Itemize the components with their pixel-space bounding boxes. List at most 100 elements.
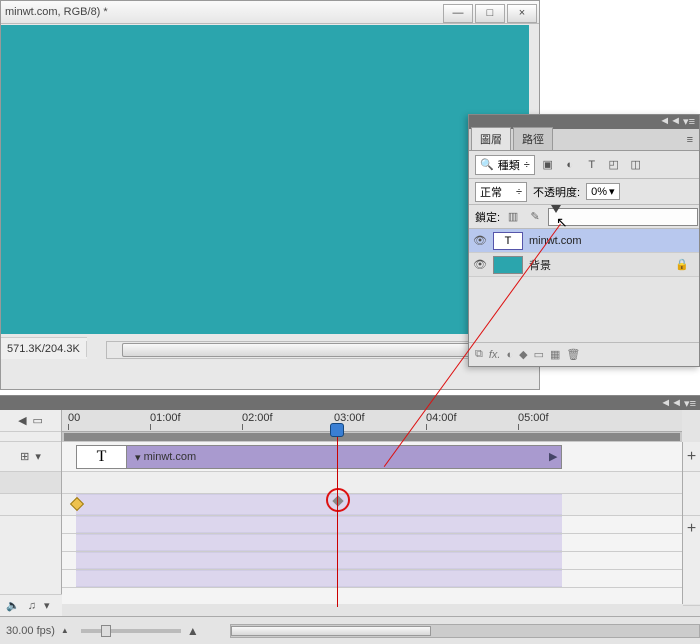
zoom-slider[interactable] xyxy=(81,629,181,633)
video-track[interactable]: T ▾ minwt.com ▶ xyxy=(62,442,682,472)
opacity-slider[interactable] xyxy=(548,208,698,226)
zoom-in-icon[interactable]: ▲ xyxy=(187,624,199,638)
kind-select[interactable]: 🔍 種類 ÷ xyxy=(475,155,535,175)
panel-tabs: 圖層 路徑 ≡ xyxy=(469,129,699,151)
forward-icon[interactable]: ▭ xyxy=(33,414,43,427)
clip-disclosure-icon[interactable]: ▾ xyxy=(135,451,141,464)
dropdown-icon: ÷ xyxy=(524,159,530,171)
new-layer-icon[interactable]: ▦ xyxy=(550,348,560,361)
speaker-icon[interactable]: 🔈 xyxy=(6,599,20,612)
opacity-input[interactable]: 0% ▾ xyxy=(586,183,619,200)
trash-icon[interactable]: 🗑 xyxy=(566,348,580,361)
maximize-button[interactable]: □ xyxy=(475,4,505,23)
lock-pixels-icon[interactable]: ▥ xyxy=(504,209,522,225)
layer-list: 👁 T minwt.com 👁 背景 🔒 xyxy=(469,229,699,277)
track-bg xyxy=(76,516,562,533)
film-icon: ⊞ xyxy=(20,450,29,463)
time-ruler[interactable]: 00 01:00f 02:00f 03:00f 04:00f 05:00f xyxy=(62,410,682,432)
tick: 04:00f xyxy=(426,412,457,424)
back-icon[interactable]: ◀ xyxy=(18,414,26,427)
panel-menu-button[interactable]: ≡ xyxy=(681,130,699,150)
visibility-icon[interactable]: 👁 xyxy=(473,258,487,271)
filter-image-icon[interactable]: ▣ xyxy=(539,156,557,174)
add-track-spacer xyxy=(683,472,700,516)
timeline-tracks: T ▾ minwt.com ▶ xyxy=(62,442,682,604)
track-purple-bg xyxy=(76,494,562,515)
filter-text-icon[interactable]: T xyxy=(583,156,601,174)
track-film-control[interactable]: ⊞▾ xyxy=(0,442,61,472)
link-icon[interactable]: ⧉ xyxy=(475,348,483,361)
add-track-button[interactable]: + xyxy=(683,516,700,606)
add-track-button[interactable]: + xyxy=(683,442,700,472)
layer-row-bg[interactable]: 👁 背景 🔒 xyxy=(469,253,699,277)
filter-shape-icon[interactable]: ◰ xyxy=(605,156,623,174)
fill-icon[interactable]: ◆ xyxy=(519,348,527,361)
document-title: minwt.com, RGB/8) * xyxy=(1,6,108,18)
keyframe-track[interactable] xyxy=(62,494,682,516)
visibility-icon[interactable]: 👁 xyxy=(473,234,487,247)
zoom-thumb[interactable] xyxy=(101,625,111,637)
lock-brush-icon[interactable]: ✎ xyxy=(526,209,544,225)
layer-thumb-bg xyxy=(493,256,523,274)
canvas[interactable] xyxy=(1,25,529,334)
layer-row-text[interactable]: 👁 T minwt.com xyxy=(469,229,699,253)
close-button[interactable]: × xyxy=(507,4,537,23)
clip-body[interactable]: ▾ minwt.com ▶ xyxy=(127,446,561,468)
collapse-icon[interactable]: ◄◄ xyxy=(659,115,681,129)
playhead[interactable] xyxy=(330,423,344,437)
layer-name[interactable]: 背景 xyxy=(529,257,551,273)
track-bg xyxy=(76,552,562,569)
property-track[interactable] xyxy=(62,516,682,534)
layers-panel: ◄◄▾≡ 圖層 路徑 ≡ 🔍 種類 ÷ ▣ ◐ T ◰ ◫ 正常 ÷ 不透明度:… xyxy=(468,114,700,367)
tick: 00 xyxy=(68,412,80,424)
timeline-footer: 30.00 fps) ▲ ▲ xyxy=(0,616,700,644)
tab-layers[interactable]: 圖層 xyxy=(471,127,511,150)
opacity-label: 不透明度: xyxy=(533,184,580,200)
timeline-hscroll[interactable] xyxy=(230,624,700,638)
document-titlebar[interactable]: minwt.com, RGB/8) * — □ × xyxy=(1,1,539,24)
blend-mode-select[interactable]: 正常 ÷ xyxy=(475,182,527,202)
layer-name[interactable]: minwt.com xyxy=(529,235,582,247)
property-track[interactable] xyxy=(62,570,682,588)
tab-paths[interactable]: 路徑 xyxy=(513,127,553,150)
work-area[interactable] xyxy=(62,432,682,442)
timeline-header[interactable]: ◄◄▾≡ xyxy=(0,396,700,410)
search-icon: 🔍 xyxy=(480,158,494,171)
property-track[interactable] xyxy=(62,552,682,570)
lock-icon: 🔒 xyxy=(675,258,695,271)
work-area-bar[interactable] xyxy=(64,433,680,441)
folder-icon[interactable]: ▭ xyxy=(534,348,544,361)
collapse-icon[interactable]: ◄◄ xyxy=(660,397,682,409)
clip-label: minwt.com xyxy=(144,451,197,463)
mask-icon[interactable]: ◐ xyxy=(506,349,513,361)
tick: 02:00f xyxy=(242,412,273,424)
minimize-button[interactable]: — xyxy=(443,4,473,23)
hscroll-thumb[interactable] xyxy=(231,626,431,636)
panel-menu-icon[interactable]: ▾≡ xyxy=(683,115,695,129)
hscroll-thumb[interactable] xyxy=(122,343,502,357)
property-track[interactable] xyxy=(62,534,682,552)
tick: 01:00f xyxy=(150,412,181,424)
music-icon[interactable]: ♫ xyxy=(28,600,36,612)
lock-label: 鎖定: xyxy=(475,209,500,225)
panel-menu-icon[interactable]: ▾≡ xyxy=(684,397,696,409)
chevron-down-icon: ▾ xyxy=(609,185,615,198)
document-window: minwt.com, RGB/8) * — □ × 571.3K/204.3K xyxy=(0,0,540,390)
timeline-panel: ◄◄▾≡ ◀ ▭ ⊞▾ 00 01:00f 02:00f 03:00f 04:0… xyxy=(0,395,700,644)
zoom-out-icon[interactable]: ▲ xyxy=(61,626,69,635)
spacer-track xyxy=(62,472,682,494)
opacity-value: 0% xyxy=(591,186,607,198)
filter-adjust-icon[interactable]: ◐ xyxy=(561,156,579,174)
layer-thumb-text: T xyxy=(493,232,523,250)
slider-thumb[interactable] xyxy=(551,205,561,213)
tick: 05:00f xyxy=(518,412,549,424)
nav-back-forward[interactable]: ◀ ▭ xyxy=(0,410,61,432)
kind-label: 種類 xyxy=(498,157,520,173)
fx-icon[interactable]: fx. xyxy=(489,349,501,361)
audio-controls: 🔈 ♫▾ xyxy=(0,594,62,616)
clip-end-icon[interactable]: ▶ xyxy=(549,450,557,458)
text-clip[interactable]: T ▾ minwt.com ▶ xyxy=(76,445,562,469)
clip-type-icon: T xyxy=(77,446,127,468)
filter-smart-icon[interactable]: ◫ xyxy=(627,156,645,174)
status-bar: 571.3K/204.3K xyxy=(1,337,87,359)
